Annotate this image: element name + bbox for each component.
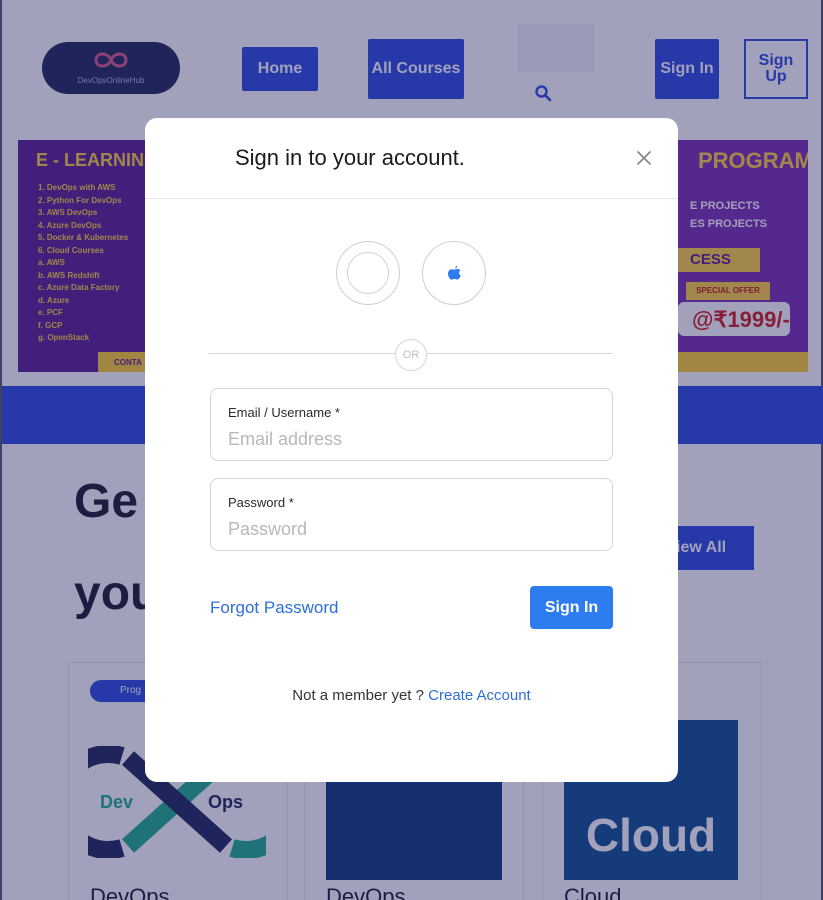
password-input[interactable] — [228, 516, 588, 542]
create-account-link[interactable]: Create Account — [428, 687, 531, 704]
sign-in-button[interactable]: Sign In — [530, 586, 613, 629]
email-field[interactable]: Email / Username * — [210, 388, 613, 461]
password-field[interactable]: Password * — [210, 478, 613, 551]
sign-in-modal: Sign in to your account. OR Email / User… — [145, 118, 678, 782]
google-icon — [347, 252, 389, 294]
close-icon[interactable] — [633, 147, 655, 169]
create-account-row: Not a member yet ? Create Account — [145, 687, 678, 704]
forgot-password-link[interactable]: Forgot Password — [210, 598, 339, 618]
not-member-text: Not a member yet ? — [292, 687, 429, 704]
email-input[interactable] — [228, 426, 588, 452]
password-field-label: Password * — [228, 495, 294, 510]
apple-icon — [448, 265, 461, 280]
modal-header-divider — [145, 198, 678, 199]
email-field-label: Email / Username * — [228, 405, 340, 420]
or-divider-label: OR — [395, 339, 427, 371]
apple-sign-in-button[interactable] — [422, 241, 486, 305]
modal-title: Sign in to your account. — [235, 145, 465, 170]
google-sign-in-button[interactable] — [336, 241, 400, 305]
